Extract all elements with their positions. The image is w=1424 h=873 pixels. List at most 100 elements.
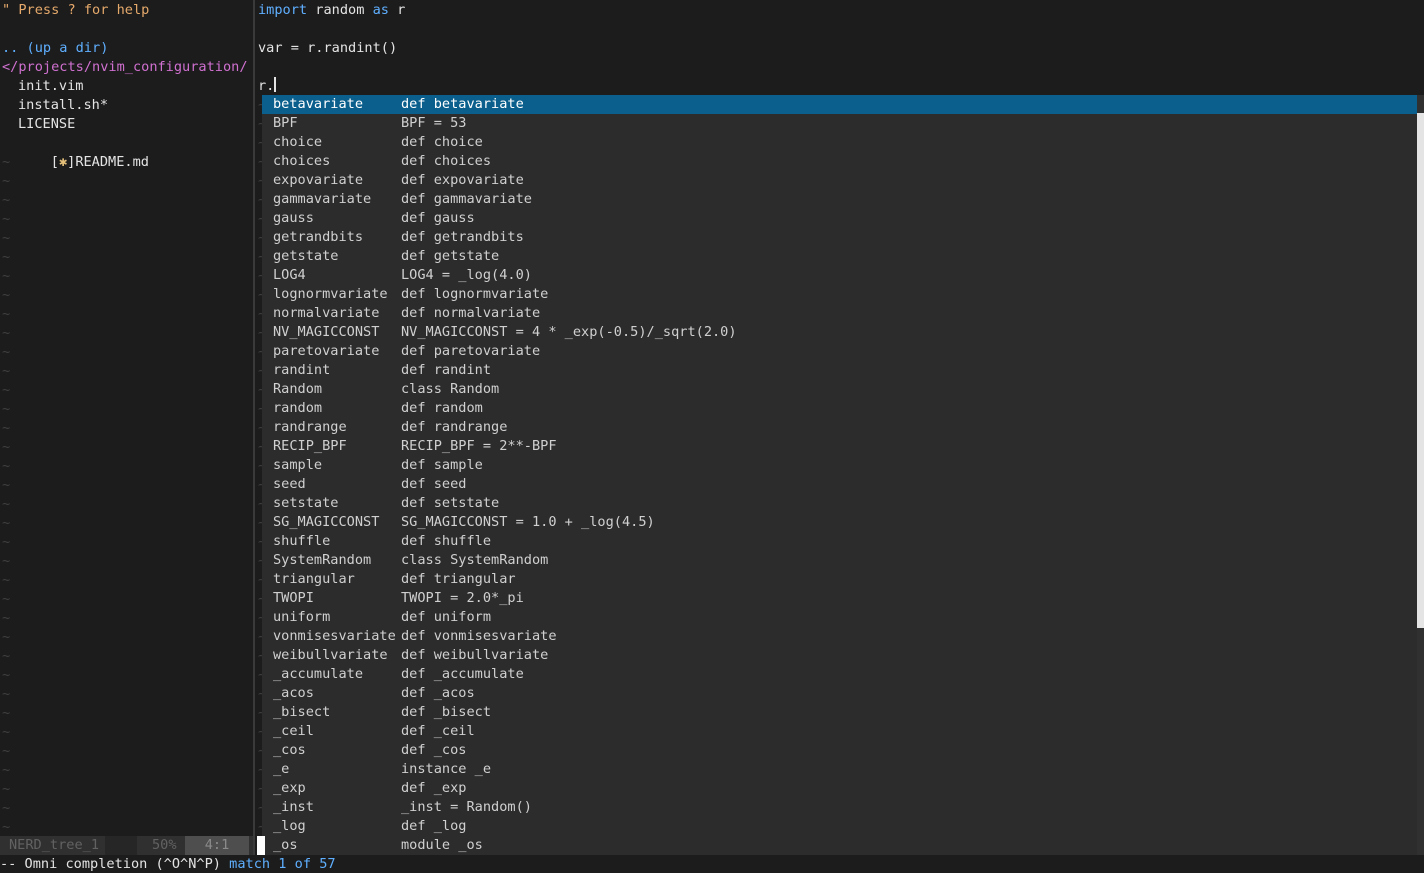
empty-line-marker: ~	[2, 306, 11, 322]
completion-item[interactable]: _e instance _e	[262, 760, 1417, 779]
completion-item[interactable]: SG_MAGICCONST SG_MAGICCONST = 1.0 + _log(…	[262, 513, 1417, 532]
completion-word: choices	[273, 153, 331, 169]
empty-line-marker: ~	[2, 173, 11, 189]
nerdtree-file-install-sh[interactable]: install.sh*	[18, 96, 108, 115]
completion-kind: def _acos	[401, 685, 475, 701]
completion-item[interactable]: RECIP_BPF RECIP_BPF = 2**-BPF	[262, 437, 1417, 456]
completion-item[interactable]: paretovariate def paretovariate	[262, 342, 1417, 361]
statusline-position: 4:1	[185, 836, 249, 855]
nerdtree-file-readme[interactable]: [✱]README.md	[18, 134, 149, 170]
completion-kind: def lognormvariate	[401, 286, 549, 302]
completion-item[interactable]: BPF BPF = 53	[262, 114, 1417, 133]
completion-kind: BPF = 53	[401, 115, 467, 131]
empty-line-marker: ~	[2, 667, 11, 683]
completion-kind: def _log	[401, 818, 467, 834]
completion-word: paretovariate	[273, 343, 380, 359]
completion-item[interactable]: _ceil def _ceil	[262, 722, 1417, 741]
completion-word: _bisect	[273, 704, 331, 720]
completion-item[interactable]: setstate def setstate	[262, 494, 1417, 513]
completion-kind: def weibullvariate	[401, 647, 549, 663]
code-line-1[interactable]: import random as r	[258, 1, 405, 20]
empty-line-marker: ~	[2, 154, 11, 170]
omni-completion-popup[interactable]: betavariate def betavariate BPF BPF = 53 cho…	[262, 95, 1417, 855]
completion-kind: def _ceil	[401, 723, 475, 739]
completion-item[interactable]: betavariate def betavariate	[262, 95, 1417, 114]
completion-word: expovariate	[273, 172, 364, 188]
completion-item[interactable]: weibullvariate def weibullvariate	[262, 646, 1417, 665]
completion-item[interactable]: vonmisesvariate def vonmisesvariate	[262, 627, 1417, 646]
nerdtree-file-init-vim[interactable]: init.vim	[18, 77, 83, 96]
completion-item[interactable]: Random class Random	[262, 380, 1417, 399]
completion-kind: RECIP_BPF = 2**-BPF	[401, 438, 557, 454]
completion-item[interactable]: lognormvariate def lognormvariate	[262, 285, 1417, 304]
completion-item[interactable]: randrange def randrange	[262, 418, 1417, 437]
keyword-import: import	[258, 2, 308, 18]
completion-word: betavariate	[273, 96, 364, 112]
completion-item[interactable]: _inst _inst = Random()	[262, 798, 1417, 817]
completion-item[interactable]: choices def choices	[262, 152, 1417, 171]
text-cursor	[274, 77, 277, 92]
completion-item[interactable]: _os module _os	[262, 836, 1417, 855]
empty-line-marker: ~	[2, 344, 11, 360]
empty-line-marker: ~	[2, 705, 11, 721]
completion-item[interactable]: seed def seed	[262, 475, 1417, 494]
completion-kind: LOG4 = _log(4.0)	[401, 267, 532, 283]
completion-item[interactable]: NV_MAGICCONST NV_MAGICCONST = 4 * _exp(-0…	[262, 323, 1417, 342]
completion-item[interactable]: SystemRandom class SystemRandom	[262, 551, 1417, 570]
completion-item[interactable]: getstate def getstate	[262, 247, 1417, 266]
completion-kind: module _os	[401, 837, 483, 853]
empty-line-marker: ~	[2, 458, 11, 474]
completion-item[interactable]: uniform def uniform	[262, 608, 1417, 627]
nerdtree-up-dir[interactable]: .. (up a dir)	[2, 39, 108, 58]
completion-kind: def _bisect	[401, 704, 492, 720]
statusline-percent: 50%	[152, 837, 177, 853]
completion-word: NV_MAGICCONST	[273, 324, 380, 340]
alias-name: r	[388, 2, 406, 18]
empty-line-marker: ~	[2, 230, 11, 246]
code-line-3[interactable]: var = r.randint()	[258, 39, 397, 58]
empty-line-marker: ~	[2, 591, 11, 607]
completion-item[interactable]: _acos def _acos	[262, 684, 1417, 703]
completion-item[interactable]: shuffle def shuffle	[262, 532, 1417, 551]
nerdtree-current-dir[interactable]: </projects/nvim_configuration/	[2, 58, 248, 77]
completion-item[interactable]: _exp def _exp	[262, 779, 1417, 798]
completion-item[interactable]: normalvariate def normalvariate	[262, 304, 1417, 323]
completion-item[interactable]: randint def randint	[262, 361, 1417, 380]
completion-item[interactable]: sample def sample	[262, 456, 1417, 475]
completion-item[interactable]: TWOPI TWOPI = 2.0*_pi	[262, 589, 1417, 608]
completion-word: SystemRandom	[273, 552, 372, 568]
completion-word: _log	[273, 818, 306, 834]
cmdline-of-label: of	[286, 856, 320, 872]
completion-item[interactable]: gauss def gauss	[262, 209, 1417, 228]
completion-word: setstate	[273, 495, 339, 511]
completion-item[interactable]: random def random	[262, 399, 1417, 418]
completion-item[interactable]: LOG4 LOG4 = _log(4.0)	[262, 266, 1417, 285]
completion-item[interactable]: gammavariate def gammavariate	[262, 190, 1417, 209]
completion-word: SG_MAGICCONST	[273, 514, 380, 530]
completion-item[interactable]: _cos def _cos	[262, 741, 1417, 760]
command-line: -- Omni completion (^O^N^P) match 1 of 5…	[0, 855, 1424, 873]
completion-kind: class Random	[401, 381, 500, 397]
completion-kind: def getrandbits	[401, 229, 524, 245]
empty-line-marker: ~	[2, 401, 11, 417]
nerdtree-file-license[interactable]: LICENSE	[18, 115, 75, 134]
code-line-5[interactable]: r.	[258, 77, 277, 96]
completion-item[interactable]: choice def choice	[262, 133, 1417, 152]
completion-word: _accumulate	[273, 666, 364, 682]
completion-kind: def expovariate	[401, 172, 524, 188]
completion-word: _inst	[273, 799, 314, 815]
popup-scrollbar-thumb[interactable]	[1417, 113, 1424, 628]
completion-item[interactable]: _log def _log	[262, 817, 1417, 836]
empty-line-marker: ~	[2, 363, 11, 379]
completion-item[interactable]: triangular def triangular	[262, 570, 1417, 589]
completion-item[interactable]: getrandbits def getrandbits	[262, 228, 1417, 247]
completion-item[interactable]: _bisect def _bisect	[262, 703, 1417, 722]
completion-word: getrandbits	[273, 229, 364, 245]
completion-item[interactable]: expovariate def expovariate	[262, 171, 1417, 190]
empty-line-marker: ~	[2, 325, 11, 341]
keyword-as: as	[372, 2, 389, 18]
completion-item[interactable]: _accumulate def _accumulate	[262, 665, 1417, 684]
completion-word: Random	[273, 381, 323, 397]
completion-word: vonmisesvariate	[273, 628, 396, 644]
nerdtree-pane[interactable]: " Press ? for help .. (up a dir) </proje…	[0, 0, 253, 855]
